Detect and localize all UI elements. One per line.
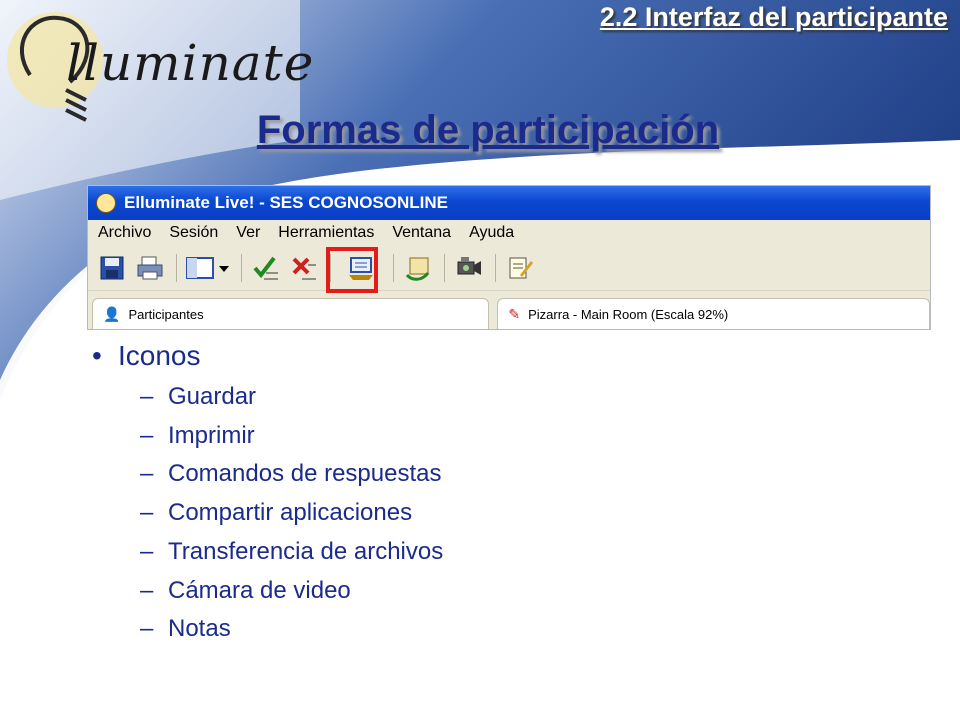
list-item-label: Compartir aplicaciones: [168, 499, 413, 527]
check-icon[interactable]: [248, 251, 284, 285]
app-icon: [96, 193, 116, 213]
highlight-box: [326, 247, 378, 293]
bullet-heading: Iconos: [118, 340, 201, 371]
menu-ayuda[interactable]: Ayuda: [459, 224, 522, 242]
toolbar-separator: [241, 254, 242, 282]
list-item: – Transferencia de archivos: [92, 533, 443, 572]
panel-tabs: 👤 Participantes ✎ Pizarra - Main Room (E…: [88, 291, 930, 329]
save-icon[interactable]: [94, 251, 130, 285]
list-item: – Imprimir: [92, 417, 443, 456]
toolbar-separator: [444, 254, 445, 282]
participants-panel[interactable]: 👤 Participantes: [92, 298, 490, 329]
main-bullet: • Iconos: [92, 340, 443, 372]
app-window-screenshot: Elluminate Live! - SES COGNOSONLINE Arch…: [88, 186, 930, 329]
logo-text: lluminate: [66, 34, 315, 92]
participants-label: Participantes: [128, 306, 204, 322]
list-item: – Cámara de video: [92, 572, 443, 611]
menu-ver[interactable]: Ver: [226, 224, 268, 242]
menu-herramientas[interactable]: Herramientas: [268, 224, 382, 242]
print-icon[interactable]: [132, 251, 168, 285]
toolbar-separator: [176, 254, 177, 282]
whiteboard-panel[interactable]: ✎ Pizarra - Main Room (Escala 92%): [497, 298, 930, 329]
list-item: – Compartir aplicaciones: [92, 494, 443, 533]
participants-icon: 👤: [103, 305, 121, 322]
video-camera-icon[interactable]: [451, 251, 487, 285]
menu-archivo[interactable]: Archivo: [88, 224, 159, 242]
icon-list: • Iconos – Guardar – Imprimir – Comandos de…: [92, 340, 443, 649]
pen-icon: ✎: [508, 305, 521, 322]
section-link[interactable]: 2.2 Interfaz del participante: [600, 2, 948, 33]
list-item: – Notas: [92, 610, 443, 649]
notes-icon[interactable]: [502, 251, 538, 285]
menu-ventana[interactable]: Ventana: [382, 224, 459, 242]
slide-title: Formas de participación: [256, 108, 720, 152]
toolbar-separator: [393, 254, 394, 282]
window-titlebar: Elluminate Live! - SES COGNOSONLINE: [88, 186, 930, 220]
toolbar: [88, 246, 930, 293]
list-item-label: Comandos de respuestas: [168, 460, 442, 488]
layout-icon[interactable]: [183, 251, 233, 285]
bullet-dot: •: [92, 340, 102, 371]
window-title: Elluminate Live! - SES COGNOSONLINE: [124, 193, 448, 212]
list-item: – Guardar: [92, 378, 443, 417]
toolbar-separator: [495, 254, 496, 282]
list-item-label: Transferencia de archivos: [168, 537, 444, 565]
list-item-label: Guardar: [168, 383, 257, 410]
menu-sesion[interactable]: Sesión: [159, 224, 226, 242]
menu-bar: Archivo Sesión Ver Herramientas Ventana …: [88, 220, 930, 246]
list-item-label: Imprimir: [168, 421, 255, 449]
list-item-label: Notas: [168, 615, 231, 643]
list-item: – Comandos de respuestas: [92, 455, 443, 494]
file-transfer-icon[interactable]: [400, 251, 436, 285]
list-item-label: Cámara de video: [168, 576, 351, 604]
cross-check-icon[interactable]: [286, 251, 322, 285]
whiteboard-label: Pizarra - Main Room (Escala 92%): [528, 306, 729, 322]
